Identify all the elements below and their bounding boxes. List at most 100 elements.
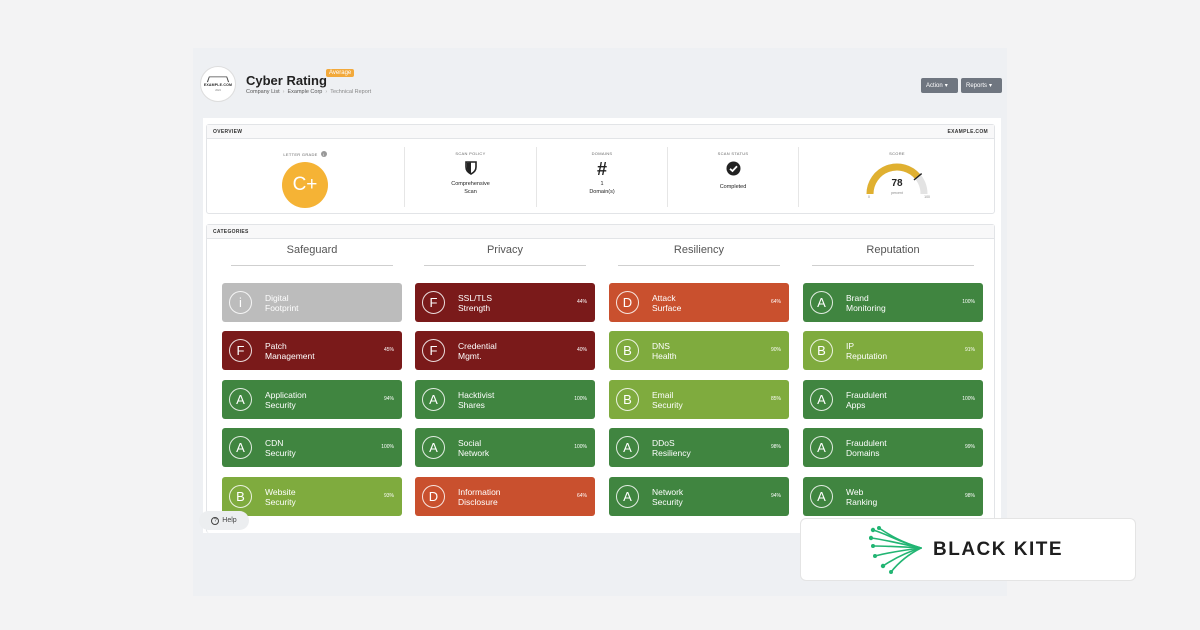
score-gauge: 78 percent 0 100 bbox=[862, 158, 932, 200]
category-percent: 45% bbox=[383, 347, 394, 353]
category-name: IP Reputation bbox=[846, 340, 888, 361]
category-title: Privacy bbox=[486, 244, 524, 256]
category-tile[interactable]: B IP Reputation 91% bbox=[803, 331, 983, 370]
category-percent: 64% bbox=[576, 493, 587, 499]
domains-label: DOMAINS bbox=[591, 151, 613, 156]
score-unit: percent bbox=[891, 191, 903, 195]
caret-down-icon: ▾ bbox=[989, 83, 993, 89]
category-name: Application Security bbox=[265, 389, 307, 410]
page-title: Cyber Rating bbox=[246, 73, 327, 88]
category-tile[interactable]: i Digital Footprint bbox=[222, 283, 402, 322]
category-title: Safeguard bbox=[286, 244, 338, 256]
score-value: 78 bbox=[891, 178, 903, 189]
category-name: DDoS Resiliency bbox=[652, 437, 691, 458]
category-tile[interactable]: A DDoS Resiliency 98% bbox=[609, 428, 789, 467]
category-percent: 98% bbox=[770, 444, 781, 450]
category-tile[interactable]: A Application Security 94% bbox=[222, 380, 402, 419]
categories-panel: CATEGORIES Safeguard i Digital Footprint F P… bbox=[206, 224, 995, 533]
categories-heading: CATEGORIES bbox=[213, 228, 249, 235]
caret-down-icon: ▾ bbox=[944, 83, 948, 89]
grade-circle: A bbox=[810, 485, 833, 508]
category-tile[interactable]: A Fraudulent Apps 100% bbox=[803, 380, 983, 419]
kite-mark-icon bbox=[869, 525, 922, 574]
category-tile[interactable]: D Information Disclosure 64% bbox=[415, 477, 595, 516]
domains-unit: Domain(s) bbox=[589, 189, 615, 195]
grade-circle: A bbox=[422, 436, 445, 459]
grade-circle: A bbox=[616, 485, 639, 508]
category-name: Hacktivist Shares bbox=[458, 389, 495, 410]
category-name: Email Security bbox=[652, 389, 683, 410]
category-name: Website Security bbox=[265, 486, 296, 507]
score-min: 0 bbox=[868, 195, 870, 199]
scan-policy-section: SCAN POLICY Comprehensive Scan bbox=[405, 139, 536, 215]
grade-circle: A bbox=[810, 436, 833, 459]
category-title: Reputation bbox=[866, 244, 920, 256]
category-underline bbox=[424, 265, 586, 266]
category-tile[interactable]: A Brand Monitoring 100% bbox=[803, 283, 983, 322]
grade-circle: B bbox=[810, 339, 833, 362]
category-name: CDN Security bbox=[265, 437, 296, 458]
grade-circle: B bbox=[616, 388, 639, 411]
category-tile[interactable]: D Attack Surface 64% bbox=[609, 283, 789, 322]
category-tile[interactable]: A Network Security 94% bbox=[609, 477, 789, 516]
reports-label: Reports bbox=[966, 82, 988, 89]
breadcrumb-company-list[interactable]: Company List bbox=[246, 89, 280, 95]
category-tile[interactable]: B Email Security 85% bbox=[609, 380, 789, 419]
overview-panel: OVERVIEW EXAMPLE.COM LETTER GRADE i C+ S… bbox=[206, 124, 995, 214]
score-label: SCORE bbox=[889, 151, 905, 156]
category-name: Fraudulent Apps bbox=[846, 389, 887, 410]
category-percent: 91% bbox=[964, 347, 975, 353]
letter-grade-label: LETTER GRADE i bbox=[283, 151, 327, 157]
breadcrumb-separator: › bbox=[325, 89, 328, 95]
help-label: Help bbox=[222, 517, 237, 524]
score-section: SCORE 78 percent 0 100 bbox=[799, 139, 995, 215]
help-button[interactable]: ? Help bbox=[199, 511, 249, 530]
category-percent: 99% bbox=[964, 444, 975, 450]
category-name: Network Security bbox=[652, 486, 684, 507]
scan-policy-value: Comprehensive Scan bbox=[451, 180, 490, 196]
category-tile[interactable]: F Patch Management 45% bbox=[222, 331, 402, 370]
category-percent: 90% bbox=[770, 347, 781, 353]
grade-circle: D bbox=[616, 291, 639, 314]
category-tile[interactable]: F Credential Mgmt. 40% bbox=[415, 331, 595, 370]
letter-grade-label-text: LETTER GRADE bbox=[283, 151, 318, 157]
category-tile[interactable]: B Website Security 93% bbox=[222, 477, 402, 516]
grade-circle: A bbox=[229, 388, 252, 411]
category-title: Resiliency bbox=[673, 244, 725, 256]
overview-heading: OVERVIEW bbox=[213, 128, 243, 135]
breadcrumb-separator: › bbox=[282, 89, 285, 95]
category-tile[interactable]: A Fraudulent Domains 99% bbox=[803, 428, 983, 467]
category-tile[interactable]: A Social Network 100% bbox=[415, 428, 595, 467]
category-percent: 100% bbox=[574, 444, 587, 450]
action-button[interactable]: Action ▾ bbox=[921, 78, 958, 93]
grade-circle: i bbox=[229, 291, 252, 314]
breadcrumb-current: Technical Report bbox=[330, 89, 372, 95]
score-max: 100 bbox=[924, 195, 930, 199]
category-tile[interactable]: A Web Ranking 98% bbox=[803, 477, 983, 516]
logo-subtext: 2024 bbox=[215, 89, 221, 92]
hash-icon: # bbox=[596, 159, 607, 179]
category-name: Web Ranking bbox=[846, 486, 878, 507]
overview-domain: EXAMPLE.COM bbox=[947, 128, 988, 135]
info-icon[interactable]: i bbox=[320, 151, 327, 157]
grade-circle: A bbox=[422, 388, 445, 411]
category-tile[interactable]: A Hacktivist Shares 100% bbox=[415, 380, 595, 419]
category-percent: 85% bbox=[770, 396, 781, 402]
category-column-privacy: Privacy bbox=[415, 241, 595, 266]
category-tile[interactable]: A CDN Security 100% bbox=[222, 428, 402, 467]
grade-circle: B bbox=[229, 485, 252, 508]
category-tile[interactable]: B DNS Health 90% bbox=[609, 331, 789, 370]
grade-circle: A bbox=[810, 291, 833, 314]
category-percent: 100% bbox=[381, 444, 394, 450]
grade-circle: F bbox=[422, 291, 445, 314]
category-name: Fraudulent Domains bbox=[846, 437, 887, 458]
reports-button[interactable]: Reports ▾ bbox=[961, 78, 1002, 93]
black-kite-logo: BLACK KITE bbox=[800, 518, 1136, 581]
scan-status-value: Completed bbox=[719, 184, 747, 190]
category-name: Patch Management bbox=[265, 340, 315, 361]
categories-header: CATEGORIES bbox=[207, 225, 994, 239]
breadcrumb-company[interactable]: Example Corp bbox=[287, 89, 322, 95]
category-tile[interactable]: F SSL/TLS Strength 44% bbox=[415, 283, 595, 322]
category-percent: 98% bbox=[964, 493, 975, 499]
domains-value: 1 Domain(s) bbox=[589, 180, 614, 196]
